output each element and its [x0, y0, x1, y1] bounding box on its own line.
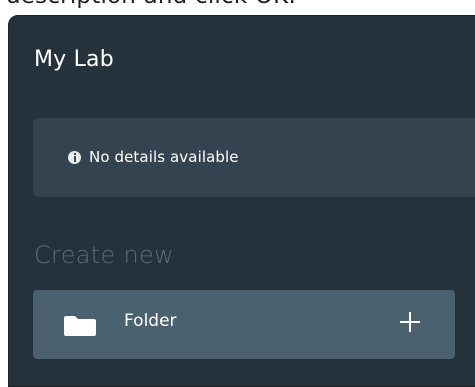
- details-row: No details available: [68, 148, 239, 166]
- details-box: No details available: [33, 118, 475, 197]
- my-lab-panel: My Lab No details available Create new F…: [8, 15, 475, 387]
- create-folder-label: Folder: [124, 311, 177, 331]
- folder-icon: [64, 316, 96, 336]
- create-folder-item[interactable]: Folder: [33, 290, 455, 359]
- create-new-label: Create new: [34, 241, 174, 269]
- details-message: No details available: [89, 148, 239, 166]
- instruction-caption: description and click OK.: [6, 0, 296, 9]
- info-icon: [68, 150, 81, 164]
- plus-icon[interactable]: [398, 310, 422, 334]
- panel-title: My Lab: [34, 47, 114, 72]
